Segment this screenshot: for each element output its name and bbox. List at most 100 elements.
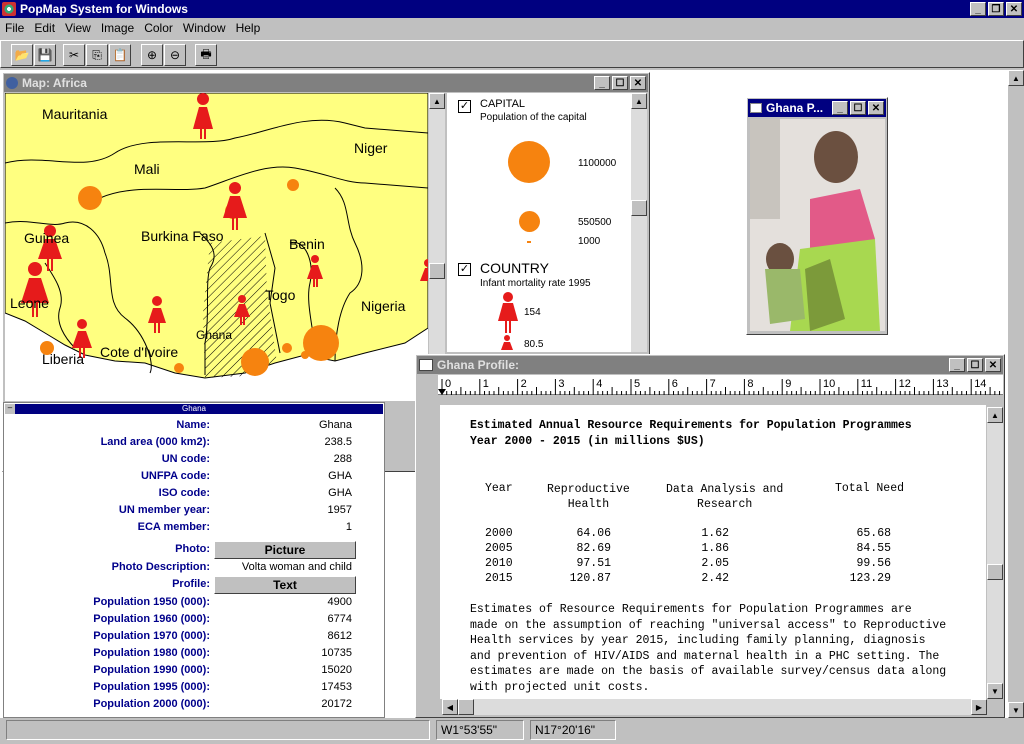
col-header-data-analysis: Data Analysis and Research [666, 483, 784, 511]
legend-scroll-up-icon[interactable]: ▲ [631, 93, 647, 109]
photo-titlebar[interactable]: Ghana P... _ ☐ ✕ [748, 99, 886, 117]
profile-vscrollbar[interactable]: ▲ ▼ [987, 407, 1003, 699]
print-icon[interactable]: 🖶 [195, 44, 217, 66]
capital-bubble [282, 343, 292, 353]
map-maximize-icon[interactable]: ☐ [612, 76, 628, 90]
workspace-scroll-up-icon[interactable]: ▲ [1008, 70, 1024, 86]
table-row: 2000 64.06 1.62 65.68 [485, 527, 891, 540]
menu-help[interactable]: Help [231, 21, 266, 35]
map-label: Guinea [24, 230, 70, 246]
photo-maximize-icon[interactable]: ☐ [850, 101, 866, 115]
scroll-up-icon[interactable]: ▲ [429, 93, 445, 109]
capital-bubble [78, 186, 102, 210]
prop-row: UNFPA code: GHA [140, 470, 352, 482]
profile-close-icon[interactable]: ✕ [985, 358, 1001, 372]
properties-titlebar[interactable]: – Ghana [5, 404, 383, 414]
capital-checkbox[interactable]: ✓ [458, 100, 471, 113]
menu-edit[interactable]: Edit [29, 21, 60, 35]
legend-country-value: 80.5 [524, 339, 544, 350]
profile-vscroll-thumb[interactable] [987, 564, 1003, 580]
map-label: Nigeria [361, 298, 406, 314]
picture-button[interactable]: Picture [214, 541, 356, 559]
menu-color[interactable]: Color [139, 21, 178, 35]
capital-bubble [174, 363, 184, 373]
legend-capital-value: 1100000 [578, 158, 617, 169]
capital-bubble [287, 179, 299, 191]
capital-bubble [301, 351, 309, 359]
paste-icon[interactable]: 📋 [109, 44, 131, 66]
legend-bubble-large [508, 141, 550, 183]
map-label: Leone [10, 295, 49, 311]
open-icon[interactable]: 📂 [11, 44, 33, 66]
app-title: PopMap System for Windows [20, 2, 188, 16]
profile-maximize-icon[interactable]: ☐ [967, 358, 983, 372]
indent-marker[interactable] [438, 389, 446, 395]
restore-icon[interactable]: ❐ [988, 2, 1004, 16]
ruler-label: 9 [785, 378, 791, 390]
ruler-label: 3 [558, 378, 564, 390]
scroll-thumb[interactable] [429, 263, 445, 279]
table-row: 2005 82.69 1.86 84.55 [485, 542, 891, 555]
workspace-scroll-down-icon[interactable]: ▼ [1008, 702, 1024, 718]
zoom-in-icon[interactable]: ⊕ [141, 44, 163, 66]
minimize-icon[interactable]: _ [970, 2, 986, 16]
close-icon[interactable]: ✕ [1006, 2, 1022, 16]
profile-text-area[interactable]: Estimated Annual Resource Requirements f… [440, 405, 986, 699]
legend-scroll-thumb[interactable] [631, 200, 647, 216]
profile-title: Ghana Profile: [437, 358, 520, 372]
legend-capital-title: CAPITAL [480, 98, 526, 110]
profile-scroll-down-icon[interactable]: ▼ [987, 683, 1003, 699]
photo-close-icon[interactable]: ✕ [868, 101, 884, 115]
legend-capital-value: 550500 [578, 217, 612, 228]
workspace-scrollbar[interactable]: ▲ ▼ [1008, 70, 1024, 718]
photo-minimize-icon[interactable]: _ [832, 101, 848, 115]
legend-marker-small [501, 335, 513, 350]
menu-image[interactable]: Image [96, 21, 139, 35]
profile-hscrollbar[interactable]: ◀ ▶ [442, 699, 987, 715]
profile-scroll-left-icon[interactable]: ◀ [442, 699, 458, 715]
pop-row: Population 1995 (000): 17453 [93, 681, 352, 693]
prop-row: UN code: 288 [161, 453, 352, 465]
copy-icon[interactable]: ⎘ [86, 44, 108, 66]
capital-bubble [241, 348, 269, 376]
map-label: Ghana [196, 328, 233, 342]
menu-file[interactable]: File [0, 21, 29, 35]
profile-minimize-icon[interactable]: _ [949, 358, 965, 372]
save-icon[interactable]: 💾 [34, 44, 56, 66]
cut-icon[interactable]: ✂ [63, 44, 85, 66]
map-label: Burkina Faso [141, 228, 224, 244]
profile-scroll-right-icon[interactable]: ▶ [971, 699, 987, 715]
country-checkbox[interactable]: ✓ [458, 263, 471, 276]
properties-menu-icon[interactable]: – [5, 404, 15, 414]
text-button[interactable]: Text [214, 576, 356, 594]
prop-row: Land area (000 km2): 238.5 [100, 436, 352, 448]
zoom-out-icon[interactable]: ⊖ [164, 44, 186, 66]
legend-marker-large [498, 292, 518, 333]
prop-row: UN member year: 1957 [118, 504, 352, 516]
legend-bubble-medium [519, 211, 540, 232]
legend-capital-sub: Population of the capital [480, 112, 587, 123]
table-row: 2010 97.51 2.05 99.56 [485, 557, 891, 570]
legend-capital-value: 1000 [578, 236, 601, 247]
ruler-label: 7 [710, 378, 716, 390]
map-minimize-icon[interactable]: _ [594, 76, 610, 90]
menu-view[interactable]: View [60, 21, 96, 35]
legend-scrollbar[interactable]: ▲ [631, 93, 647, 352]
profile-titlebar[interactable]: Ghana Profile: _ ☐ ✕ [417, 356, 1003, 374]
profile-hscroll-thumb[interactable] [458, 699, 474, 715]
photo-title: Ghana P... [766, 101, 824, 115]
ruler-label: 10 [823, 378, 835, 390]
map-close-icon[interactable]: ✕ [630, 76, 646, 90]
map-canvas[interactable]: Mauritania Niger Mali Guinea Burkina Fas… [5, 93, 428, 401]
legend-bubble-small [527, 241, 531, 243]
profile-scroll-up-icon[interactable]: ▲ [987, 407, 1003, 423]
map-label: Benin [289, 236, 325, 252]
status-longitude: W1°53'55" [436, 720, 524, 740]
ruler-label: 6 [672, 378, 678, 390]
map-window-titlebar[interactable]: Map: Africa _ ☐ ✕ [4, 74, 648, 92]
profile-paragraph: Estimates of Resource Requirements for P… [470, 603, 947, 694]
ruler-label: 0 [445, 378, 451, 390]
pop-row: Population 2000 (000): 20172 [93, 698, 352, 710]
menu-window[interactable]: Window [178, 21, 231, 35]
photo-window: Ghana P... _ ☐ ✕ [746, 97, 888, 335]
